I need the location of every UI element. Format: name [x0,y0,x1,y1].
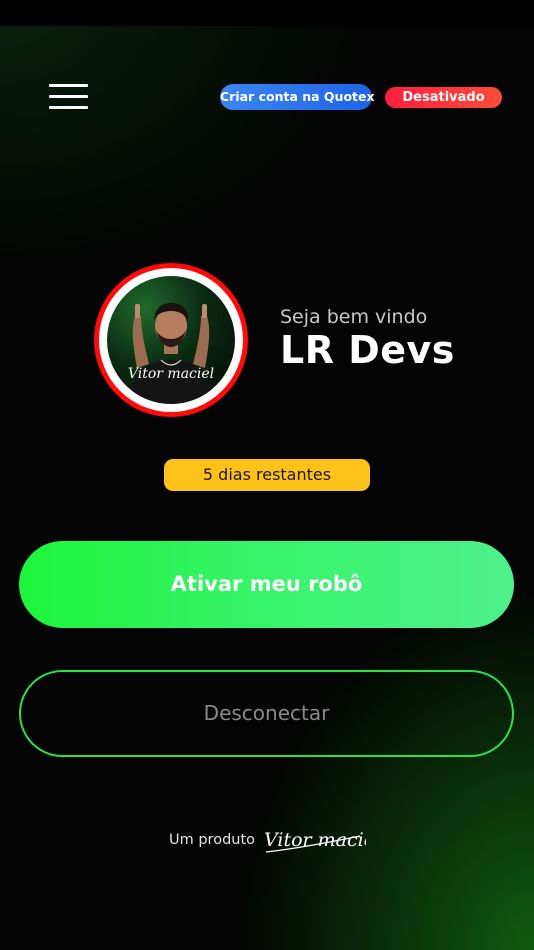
welcome-text: Seja bem vindo [280,306,428,328]
menu-line [49,95,88,98]
status-badge[interactable]: Desativado [385,87,502,108]
footer-product-text: Um produto [169,832,256,848]
avatar-photo: Vitor maciel [107,276,235,404]
menu-line [49,84,88,87]
svg-text:Vitor maciel: Vitor maciel [128,366,214,382]
menu-line [49,106,88,109]
activate-robot-button[interactable]: Ativar meu robô [19,541,514,628]
hamburger-menu-icon[interactable] [49,84,89,110]
disconnect-button[interactable]: Desconectar [19,670,514,757]
status-bar-area [0,0,534,26]
brand-signature-logo: Vitor maciel [264,829,366,853]
person-illustration-icon: Vitor maciel [128,302,214,404]
create-quotex-account-button[interactable]: Criar conta na Quotex [220,84,375,110]
username-title: LR Devs [280,328,455,372]
svg-text:Vitor maciel: Vitor maciel [264,829,366,851]
avatar: Vitor maciel [94,263,248,417]
days-remaining-badge: 5 dias restantes [164,459,370,491]
